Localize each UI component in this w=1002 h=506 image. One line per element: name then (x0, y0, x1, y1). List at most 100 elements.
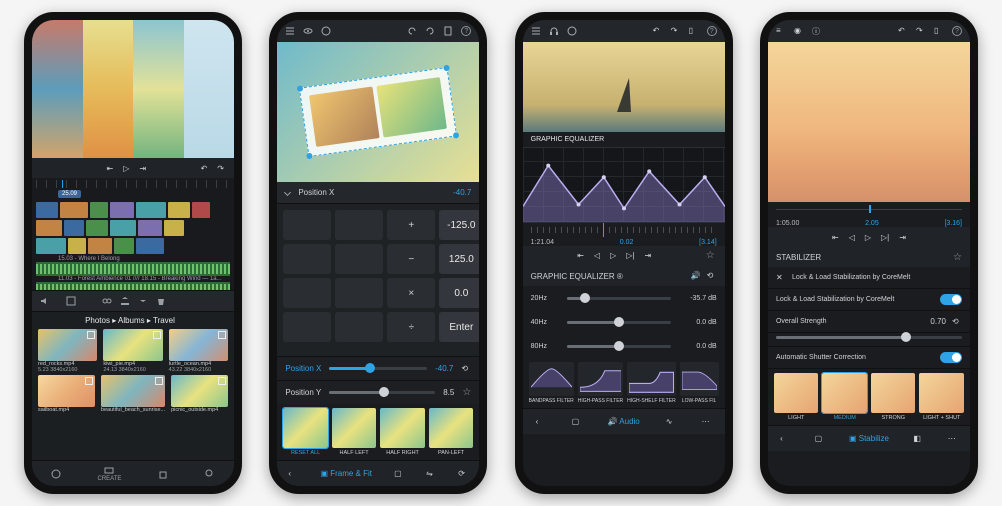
redo-icon[interactable]: ↷ (916, 26, 926, 36)
key-zero-2[interactable]: 0.0 (439, 278, 483, 308)
redo-button[interactable]: ↷ (217, 164, 224, 173)
play-button[interactable]: ▷ (123, 164, 129, 173)
preset-half-left[interactable]: HALF LEFT (332, 408, 377, 456)
favorite-icon[interactable]: ☆ (953, 252, 962, 263)
sliders-icon[interactable] (42, 163, 52, 173)
prev-frame-button[interactable]: ◁ (849, 233, 855, 242)
next-frame-button[interactable]: ▷| (881, 233, 889, 242)
reset-icon[interactable]: ⟲ (952, 317, 962, 327)
nav-search[interactable] (205, 469, 215, 479)
timeline-ruler[interactable] (36, 180, 230, 188)
video-preview[interactable] (523, 42, 725, 132)
video-preview[interactable] (32, 20, 234, 158)
redo-icon[interactable]: ↷ (671, 26, 681, 36)
filter-highshelf[interactable]: HIGH-SHELF FILTER (627, 362, 676, 404)
media-thumb[interactable] (171, 375, 228, 407)
cut-icon[interactable] (84, 296, 94, 306)
key-divide[interactable]: ÷ (387, 312, 435, 342)
info-icon[interactable] (567, 26, 577, 36)
media-thumb[interactable] (38, 375, 95, 407)
undo-button[interactable]: ↶ (201, 164, 208, 173)
key-times[interactable]: × (387, 278, 435, 308)
eq-slider-20hz[interactable] (567, 297, 671, 300)
video-track-1[interactable] (36, 202, 230, 218)
undo-icon[interactable] (407, 26, 417, 36)
back-icon[interactable]: ‹ (288, 469, 298, 479)
undo-icon[interactable]: ↶ (653, 26, 663, 36)
media-thumb[interactable] (103, 329, 162, 361)
favorite-icon[interactable]: ☆ (706, 250, 715, 261)
nav-store[interactable] (158, 469, 168, 479)
preset-light[interactable]: LIGHT (774, 373, 819, 421)
help-icon[interactable]: ? (952, 26, 962, 36)
media-thumb[interactable] (38, 329, 97, 361)
preset-light-shutter[interactable]: LIGHT + SHUT (919, 373, 964, 421)
stabilize-toggle[interactable] (940, 294, 962, 305)
more-icon[interactable]: ⋯ (948, 434, 958, 444)
volume-icon[interactable]: 🔊 (691, 271, 701, 281)
crop-icon[interactable]: ▢ (815, 434, 825, 444)
go-start-button[interactable]: ⇤ (832, 233, 839, 242)
flip-icon[interactable]: ⇋ (426, 469, 436, 479)
effects-icon[interactable]: ∿ (666, 417, 676, 427)
filter-lowpass[interactable]: LOW-PASS FIL (680, 362, 719, 404)
help-icon[interactable]: ? (461, 26, 471, 36)
key-enter[interactable]: Enter (439, 312, 483, 342)
eq-slider-40hz[interactable] (567, 321, 671, 324)
eye-icon[interactable] (303, 26, 313, 36)
stabilize-tab[interactable]: ▣ Stabilize (849, 434, 889, 443)
video-track-3[interactable] (36, 238, 230, 254)
back-icon[interactable]: ‹ (536, 417, 546, 427)
next-frame-button[interactable]: ▷| (626, 251, 634, 260)
favorite-icon[interactable]: ☆ (462, 387, 471, 398)
timeline[interactable]: 25.09 15.03 - Where I Belong 11.03 - For… (32, 178, 234, 290)
crop-icon[interactable]: ▢ (394, 469, 404, 479)
play-button[interactable]: ▷ (865, 233, 871, 242)
parameter-header[interactable]: Position X -40.7 (277, 182, 479, 204)
selection-frame[interactable] (299, 67, 457, 157)
back-icon[interactable]: ‹ (780, 434, 790, 444)
nav-create[interactable]: CREATE (98, 465, 122, 482)
media-thumb[interactable] (169, 329, 228, 361)
preset-pan-left[interactable]: PAN-LEFT (429, 408, 474, 456)
menu-icon[interactable]: ≡ (776, 26, 786, 36)
preset-half-right[interactable]: HALF RIGHT (380, 408, 425, 456)
color-icon[interactable]: ◧ (913, 434, 923, 444)
download-icon[interactable] (138, 296, 148, 306)
mini-timeline[interactable] (523, 223, 725, 237)
eq-graph[interactable] (523, 147, 725, 223)
undo-icon[interactable]: ↶ (898, 26, 908, 36)
seek-bar[interactable] (768, 202, 970, 216)
go-start-button[interactable]: ⇤ (577, 251, 584, 260)
filter-highpass[interactable]: HIGH-PASS FILTER (578, 362, 623, 404)
trash-icon[interactable] (156, 296, 166, 306)
share-icon[interactable] (120, 296, 130, 306)
crop-icon[interactable]: ▢ (572, 417, 582, 427)
preset-medium[interactable]: MEDIUM (822, 373, 867, 421)
audio-track-1[interactable] (36, 262, 230, 276)
prev-frame-button[interactable]: ⇤ (107, 164, 114, 173)
reset-icon[interactable]: ⟲ (461, 364, 471, 374)
key-plus[interactable]: + (387, 210, 435, 240)
strength-slider[interactable] (776, 336, 962, 339)
help-icon[interactable]: ? (707, 26, 717, 36)
go-end-button[interactable]: ⇥ (899, 233, 906, 242)
video-preview[interactable] (277, 42, 479, 182)
preset-strong[interactable]: STRONG (871, 373, 916, 421)
link-icon[interactable] (102, 296, 112, 306)
clipboard-icon[interactable]: ▯ (689, 26, 699, 36)
prev-frame-button[interactable]: ◁ (594, 251, 600, 260)
play-button[interactable]: ▷ (610, 251, 616, 260)
clipboard-icon[interactable] (443, 26, 453, 36)
go-end-button[interactable]: ⇥ (644, 251, 651, 260)
menu-icon[interactable] (285, 26, 295, 36)
headphones-icon[interactable] (549, 26, 559, 36)
select-icon[interactable] (66, 296, 76, 306)
volume-icon[interactable] (40, 296, 50, 306)
shutter-toggle[interactable] (940, 352, 962, 363)
next-frame-button[interactable]: ⇥ (139, 164, 146, 173)
key-val-neg[interactable]: -125.0 (439, 210, 483, 240)
reset-icon[interactable]: ⟲ (707, 271, 717, 281)
nav-disc[interactable] (51, 469, 61, 479)
preset-reset-all[interactable]: RESET ALL (283, 408, 328, 456)
